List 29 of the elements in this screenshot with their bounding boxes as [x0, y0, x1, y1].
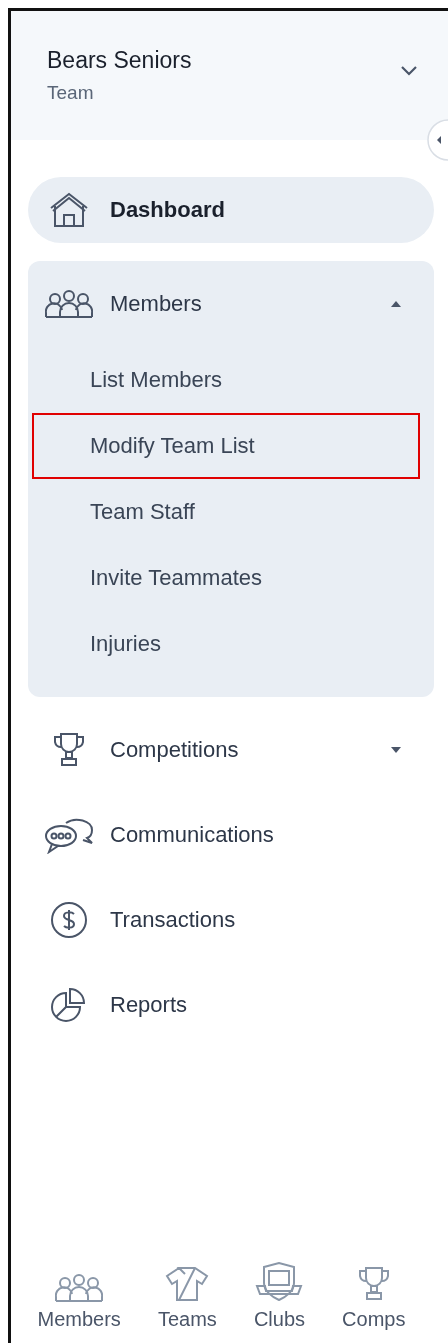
team-header[interactable]: Bears Seniors Team: [11, 11, 448, 140]
submenu-item[interactable]: Invite Teammates: [32, 545, 420, 611]
chevron-down-icon[interactable]: [400, 65, 418, 76]
submenu-item[interactable]: Modify Team List: [32, 413, 420, 479]
bottom-nav-item[interactable]: Comps: [342, 1251, 406, 1331]
people-icon: [45, 290, 93, 318]
dollar-coin-icon: [50, 901, 88, 939]
shield-banner-icon: [254, 1262, 305, 1302]
nav-item[interactable]: Reports: [28, 972, 434, 1038]
people-icon: [55, 1274, 104, 1302]
nav-item[interactable]: Competitions: [28, 717, 434, 783]
bottom-nav-item[interactable]: Clubs: [253, 1251, 305, 1331]
trophy-icon: [52, 732, 86, 768]
house-icon: [49, 192, 89, 228]
chat-bubbles-icon: [44, 816, 94, 854]
bottom-nav-item[interactable]: Members: [37, 1251, 121, 1331]
nav-item[interactable]: Communications: [28, 802, 434, 868]
team-name: Bears Seniors: [47, 47, 192, 74]
caret-icon: [390, 746, 402, 754]
nav-item[interactable]: Transactions: [28, 887, 434, 953]
submenu-item[interactable]: Team Staff: [32, 479, 420, 545]
jersey-icon: [165, 1266, 210, 1302]
pie-chart-icon: [50, 987, 88, 1023]
submenu-item[interactable]: List Members: [32, 347, 420, 413]
nav-item[interactable]: Dashboard: [28, 177, 434, 243]
team-type: Team: [47, 82, 95, 104]
bottom-nav-item[interactable]: Teams: [157, 1251, 217, 1331]
submenu-item[interactable]: Injuries: [32, 611, 420, 677]
nav-item[interactable]: Members: [28, 261, 434, 347]
